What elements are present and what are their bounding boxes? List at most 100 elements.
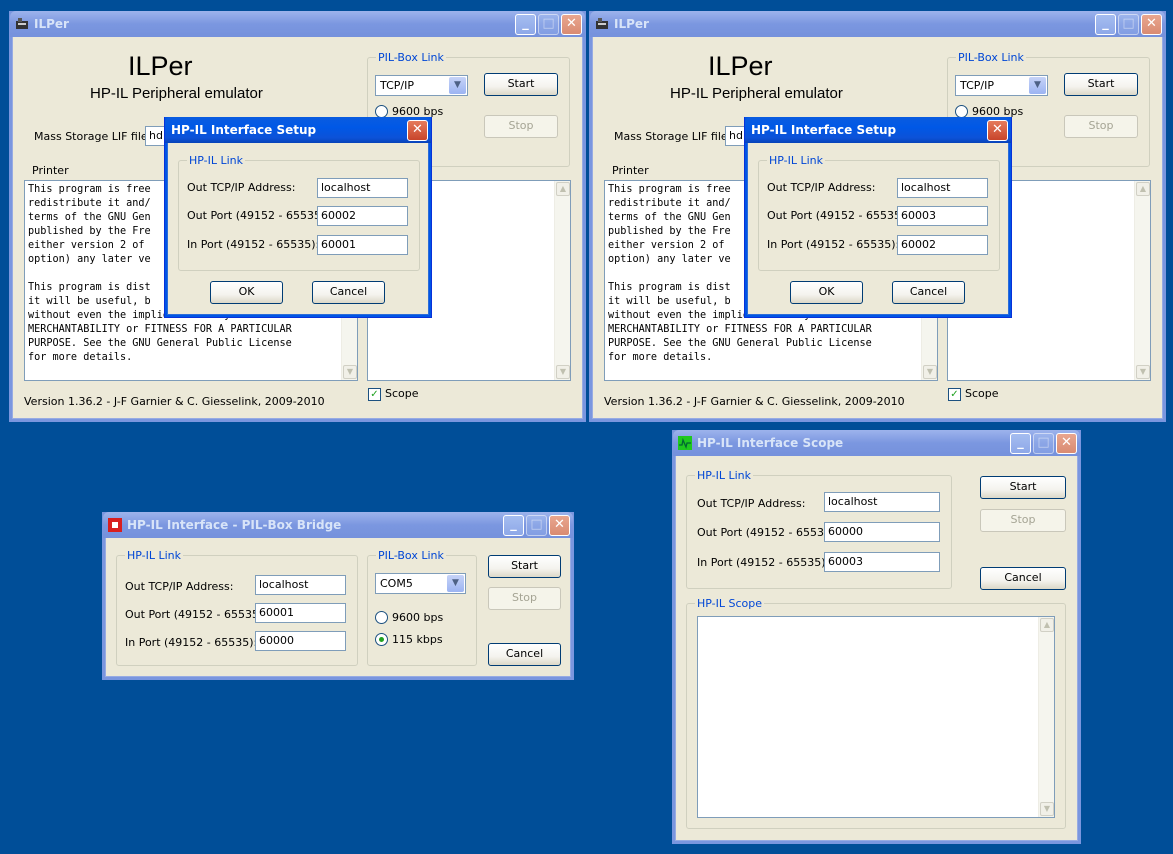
out-port-field[interactable]: 60002 [317, 206, 408, 226]
scope-window: HP-IL Interface Scope _ □ ✕ HP-IL Link O… [672, 430, 1081, 844]
out-port-field[interactable]: 60000 [824, 522, 940, 542]
close-button[interactable]: ✕ [549, 515, 570, 536]
scope-checkbox-label: Scope [385, 387, 419, 400]
in-port-label: In Port (49152 - 65535): [125, 636, 258, 649]
out-port-field[interactable]: 60003 [897, 206, 988, 226]
out-port-label: Out Port (49152 - 65535): [767, 209, 909, 222]
in-port-field[interactable]: 60003 [824, 552, 940, 572]
scroll-down-icon[interactable]: ▼ [1136, 365, 1150, 379]
addr-field[interactable]: localhost [824, 492, 940, 512]
maximize-button[interactable]: □ [1033, 433, 1054, 454]
minimize-button[interactable]: _ [515, 14, 536, 35]
pilbox-bridge-window: HP-IL Interface - PIL-Box Bridge _ □ ✕ H… [102, 512, 574, 680]
group-title: Printer [610, 164, 651, 177]
maximize-button[interactable]: □ [526, 515, 547, 536]
start-button[interactable]: Start [1064, 73, 1138, 96]
stop-button[interactable]: Stop [980, 509, 1066, 532]
scroll-down-icon[interactable]: ▼ [1040, 802, 1054, 816]
in-port-field[interactable]: 60001 [317, 235, 408, 255]
scope-checkbox[interactable]: ✓ [948, 388, 961, 401]
scrollbar[interactable]: ▲ ▼ [1134, 181, 1150, 380]
maximize-button[interactable]: □ [1118, 14, 1139, 35]
title-bar[interactable]: HP-IL Interface Setup ✕ [745, 117, 1011, 143]
cancel-button[interactable]: Cancel [892, 281, 965, 304]
radio-9600[interactable] [375, 611, 388, 624]
start-button[interactable]: Start [484, 73, 558, 96]
protocol-select[interactable]: TCP/IP ▼ [955, 75, 1048, 96]
group-title: HP-IL Link [125, 549, 184, 562]
scroll-up-icon[interactable]: ▲ [1040, 618, 1054, 632]
app-icon [16, 18, 28, 29]
scroll-down-icon[interactable]: ▼ [556, 365, 570, 379]
setup-dialog-1: HP-IL Interface Setup ✕ HP-IL Link Out T… [164, 117, 432, 318]
hpil-link-group: HP-IL Link Out TCP/IP Address: localhost… [686, 469, 952, 589]
title-bar[interactable]: HP-IL Interface - PIL-Box Bridge _ □ ✕ [103, 512, 573, 538]
in-port-label: In Port (49152 - 65535): [697, 556, 830, 569]
in-port-field[interactable]: 60000 [255, 631, 346, 651]
scroll-up-icon[interactable]: ▲ [1136, 182, 1150, 196]
group-title: Printer [30, 164, 71, 177]
cancel-button[interactable]: Cancel [980, 567, 1066, 590]
radio-9600-label: 9600 bps [392, 611, 444, 624]
title-bar[interactable]: ILPer _ □ ✕ [10, 11, 585, 37]
cancel-button[interactable]: Cancel [488, 643, 561, 666]
scrollbar[interactable]: ▲ ▼ [1038, 617, 1054, 817]
app-icon [596, 18, 608, 29]
app-heading: ILPer [708, 51, 773, 81]
bridge-icon [108, 518, 122, 532]
chevron-down-icon[interactable]: ▼ [449, 77, 466, 94]
start-button[interactable]: Start [980, 476, 1066, 499]
scope-trace-output[interactable]: ▲ ▼ [697, 616, 1055, 818]
out-port-field[interactable]: 60001 [255, 603, 346, 623]
title-bar[interactable]: HP-IL Interface Setup ✕ [165, 117, 431, 143]
scope-icon [678, 436, 692, 450]
start-button[interactable]: Start [488, 555, 561, 578]
addr-field[interactable]: localhost [255, 575, 346, 595]
scroll-down-icon[interactable]: ▼ [343, 365, 357, 379]
maximize-button[interactable]: □ [538, 14, 559, 35]
addr-label: Out TCP/IP Address: [697, 497, 806, 510]
chevron-down-icon[interactable]: ▼ [447, 575, 464, 592]
hpil-scope-group: HP-IL Scope ▲ ▼ [686, 597, 1066, 829]
in-port-field[interactable]: 60002 [897, 235, 988, 255]
scroll-up-icon[interactable]: ▲ [556, 182, 570, 196]
scroll-down-icon[interactable]: ▼ [923, 365, 937, 379]
minimize-button[interactable]: _ [1095, 14, 1116, 35]
ok-button[interactable]: OK [210, 281, 283, 304]
title-bar[interactable]: HP-IL Interface Scope _ □ ✕ [673, 430, 1080, 456]
protocol-select[interactable]: TCP/IP ▼ [375, 75, 468, 96]
scrollbar[interactable]: ▲ ▼ [554, 181, 570, 380]
window-title: HP-IL Interface Setup [171, 123, 317, 137]
window-title: HP-IL Interface Setup [751, 123, 897, 137]
addr-field[interactable]: localhost [317, 178, 408, 198]
group-title: PIL-Box Link [376, 51, 446, 64]
title-bar[interactable]: ILPer _ □ ✕ [590, 11, 1165, 37]
addr-field[interactable]: localhost [897, 178, 988, 198]
addr-label: Out TCP/IP Address: [187, 181, 296, 194]
app-heading: ILPer [128, 51, 193, 81]
out-port-label: Out Port (49152 - 65535): [697, 526, 839, 539]
close-button[interactable]: ✕ [561, 14, 582, 35]
radio-115k[interactable] [375, 633, 388, 646]
minimize-button[interactable]: _ [1010, 433, 1031, 454]
in-port-label: In Port (49152 - 65535): [767, 238, 900, 251]
scope-checkbox[interactable]: ✓ [368, 388, 381, 401]
com-port-select[interactable]: COM5 ▼ [375, 573, 466, 594]
close-button[interactable]: ✕ [407, 120, 428, 141]
minimize-button[interactable]: _ [503, 515, 524, 536]
stop-button[interactable]: Stop [484, 115, 558, 138]
group-title: HP-IL Link [695, 469, 754, 482]
addr-label: Out TCP/IP Address: [125, 580, 234, 593]
close-button[interactable]: ✕ [1141, 14, 1162, 35]
cancel-button[interactable]: Cancel [312, 281, 385, 304]
chevron-down-icon[interactable]: ▼ [1029, 77, 1046, 94]
select-value: COM5 [380, 577, 413, 590]
close-button[interactable]: ✕ [1056, 433, 1077, 454]
stop-button[interactable]: Stop [1064, 115, 1138, 138]
stop-button[interactable]: Stop [488, 587, 561, 610]
setup-dialog-2: HP-IL Interface Setup ✕ HP-IL Link Out T… [744, 117, 1012, 318]
ok-button[interactable]: OK [790, 281, 863, 304]
select-value: TCP/IP [380, 79, 414, 92]
hpil-link-group: HP-IL Link Out TCP/IP Address: localhost… [178, 154, 420, 271]
close-button[interactable]: ✕ [987, 120, 1008, 141]
